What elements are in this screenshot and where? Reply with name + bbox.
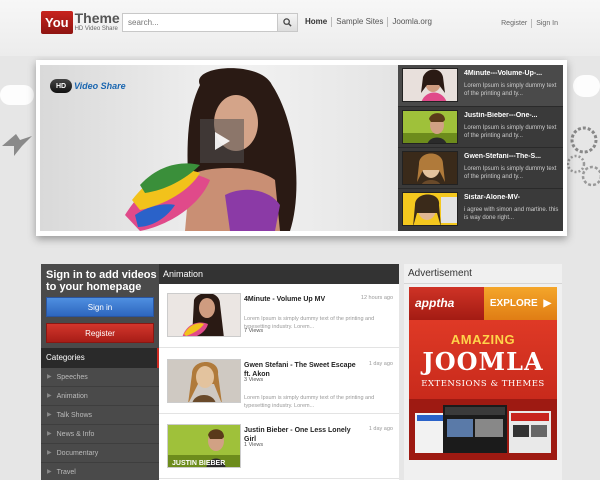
category-documentary[interactable]: ▶ Documentary xyxy=(41,444,159,463)
hd-badge: HD xyxy=(50,79,72,93)
category-travel[interactable]: ▶ Travel xyxy=(41,463,159,480)
signin-heading: Sign in to add videos to your homepage xyxy=(46,269,157,293)
category-talk-shows[interactable]: ▶ Talk Shows xyxy=(41,406,159,425)
logo-you: You xyxy=(41,11,73,34)
category-list: ▶ Speeches ▶ Animation ▶ Talk Shows ▶ News &… xyxy=(41,368,159,480)
playlist-description: Lorem Ipsum is simply dummy text of the … xyxy=(464,125,557,139)
nav-joomla-org[interactable]: Joomla.org xyxy=(387,17,436,27)
featured-video-player[interactable]: HD Video Share xyxy=(40,65,398,231)
featured-slider: HD Video Share 4Minute---Volume-Up-... L… xyxy=(36,60,567,236)
thumbnail-caption: JUSTIN BIEBER xyxy=(172,460,225,467)
sign-in-link[interactable]: Sign In xyxy=(531,19,562,28)
ad-screenshots-image xyxy=(409,399,557,460)
ad-brand-logo: apptha xyxy=(409,287,484,320)
logo-theme: Theme xyxy=(74,10,120,26)
hd-brand-text: Video Share xyxy=(74,81,126,91)
search-button[interactable] xyxy=(277,13,298,32)
video-views: 7 Views xyxy=(244,328,264,334)
video-description: Lorem Ipsum is simply dummy text of the … xyxy=(244,316,375,330)
arrow-right-icon: ▶ xyxy=(47,392,52,399)
playlist-item[interactable]: Sistar-Alone-MV- i agree with simon and … xyxy=(398,188,563,229)
arrow-right-icon: ▶ xyxy=(47,373,52,380)
category-animation[interactable]: ▶ Animation xyxy=(41,387,159,406)
playlist-title: Sistar-Alone-MV- xyxy=(464,194,521,201)
gears-decoration xyxy=(566,126,600,187)
playlist-description: Lorem Ipsum is simply dummy text of the … xyxy=(464,83,557,97)
site-logo[interactable]: You Theme HD Video Share xyxy=(41,11,120,35)
playlist-description: i agree with simon and martine. this is … xyxy=(464,207,559,221)
playlist-thumbnail xyxy=(402,68,458,102)
play-icon xyxy=(215,132,230,150)
ad-explore-button[interactable]: EXPLORE ▶ xyxy=(484,287,557,320)
video-thumbnail[interactable]: JUSTIN BIEBER xyxy=(167,424,241,468)
video-title[interactable]: 4Minute - Volume Up MV xyxy=(244,295,356,304)
category-speeches[interactable]: ▶ Speeches xyxy=(41,368,159,387)
category-news-info[interactable]: ▶ News & Info xyxy=(41,425,159,444)
ad-joomla-text: JOOMLA xyxy=(422,347,544,376)
ad-extensions-text: EXTENSIONS & THEMES xyxy=(421,379,545,389)
cloud-decoration xyxy=(0,85,34,105)
playlist-description: Lorem Ipsum is simply dummy text of the … xyxy=(464,166,557,180)
video-listing: Animation 4Minute - Volume Up MV 12 hour… xyxy=(159,264,399,480)
search-bar xyxy=(122,13,298,32)
hd-video-share-logo: HD Video Share xyxy=(50,79,126,93)
arrow-right-icon: ▶ xyxy=(47,449,52,456)
search-input[interactable] xyxy=(122,13,277,32)
video-description: Lorem Ipsum is simply dummy text of the … xyxy=(244,395,375,409)
category-label: Documentary xyxy=(56,449,99,457)
nav-home[interactable]: Home xyxy=(305,17,331,27)
category-label: Talk Shows xyxy=(56,411,93,419)
playlist-item[interactable]: Gwen-Stefani---The-S... Lorem Ipsum is s… xyxy=(398,147,563,188)
bird-icon xyxy=(2,134,32,156)
top-navigation: Home Sample Sites Joomla.org xyxy=(305,17,436,27)
playlist-title: Justin-Bieber---One-... xyxy=(464,112,538,119)
arrow-right-icon: ▶ xyxy=(47,468,52,475)
site-header: You Theme HD Video Share Home Sample Sit… xyxy=(0,0,600,56)
logo-subtitle: HD Video Share xyxy=(74,26,118,32)
register-link[interactable]: Register xyxy=(497,19,531,28)
video-thumbnail[interactable] xyxy=(167,359,241,403)
video-views: 1 Views xyxy=(244,442,264,448)
video-age: 12 hours ago xyxy=(360,295,393,301)
category-label: Speeches xyxy=(56,373,88,381)
playlist-title: 4Minute---Volume-Up-... xyxy=(464,70,543,77)
playlist-item[interactable]: Justin-Bieber---One-... Lorem Ipsum is s… xyxy=(398,106,563,147)
play-button[interactable] xyxy=(200,119,244,163)
categories-heading: Categories xyxy=(41,348,159,368)
nav-sample-sites[interactable]: Sample Sites xyxy=(331,17,387,27)
playlist-thumbnail xyxy=(402,110,458,144)
video-item[interactable]: 4Minute - Volume Up MV 12 hours ago Lore… xyxy=(159,284,399,348)
category-label: Travel xyxy=(56,468,76,476)
search-icon xyxy=(283,18,292,27)
advertisement-heading: Advertisement xyxy=(404,264,562,284)
arrow-right-icon: ▶ xyxy=(543,298,552,309)
ad-explore-label: EXPLORE xyxy=(489,298,538,309)
cloud-decoration xyxy=(573,75,600,97)
section-heading: Animation xyxy=(159,264,399,284)
video-item[interactable]: Gwen Stefani - The Sweet Escape ft. Akon… xyxy=(159,350,399,414)
register-button[interactable]: Register xyxy=(46,323,154,343)
video-views: 3 Views xyxy=(244,377,264,383)
ad-banner[interactable]: apptha EXPLORE ▶ AMAZING JOOMLA EXTENSIO… xyxy=(409,287,557,460)
video-item[interactable]: JUSTIN BIEBER Justin Bieber - One Less L… xyxy=(159,415,399,479)
playlist-title: Gwen-Stefani---The-S... xyxy=(464,153,541,160)
advertisement-panel: Advertisement apptha EXPLORE ▶ AMAZING J… xyxy=(404,264,562,480)
playlist-thumbnail xyxy=(402,151,458,185)
ad-amazing-text: AMAZING xyxy=(450,332,516,347)
video-age: 1 day ago xyxy=(368,361,393,367)
playlist-item[interactable]: 4Minute---Volume-Up-... Lorem Ipsum is s… xyxy=(398,65,563,106)
video-thumbnail[interactable] xyxy=(167,293,241,337)
arrow-right-icon: ▶ xyxy=(47,430,52,437)
user-navigation: Register Sign In xyxy=(497,19,562,28)
video-age: 1 day ago xyxy=(368,426,393,432)
playlist-thumbnail xyxy=(402,192,458,226)
featured-playlist: 4Minute---Volume-Up-... Lorem Ipsum is s… xyxy=(398,65,563,231)
category-label: News & Info xyxy=(56,430,95,438)
sign-in-button[interactable]: Sign in xyxy=(46,297,154,317)
arrow-right-icon: ▶ xyxy=(47,411,52,418)
category-label: Animation xyxy=(56,392,88,400)
left-sidebar: Sign in to add videos to your homepage S… xyxy=(41,264,159,480)
